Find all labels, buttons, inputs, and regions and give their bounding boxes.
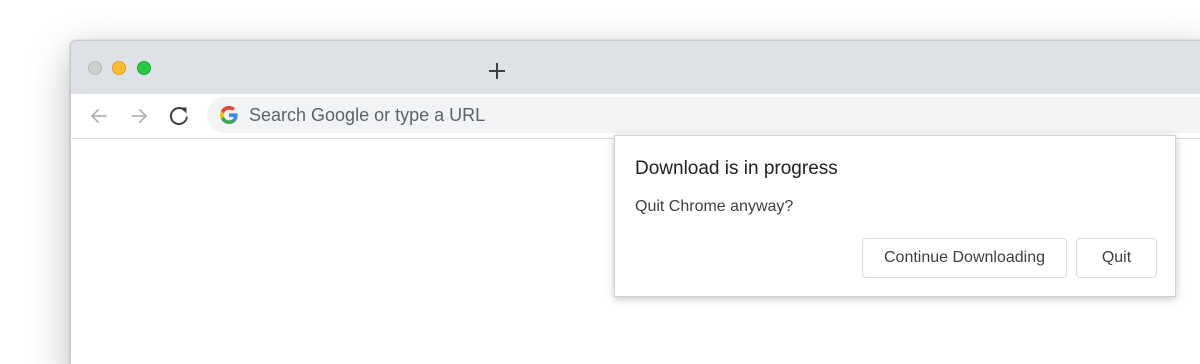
browser-toolbar: Search Google or type a URL: [71, 94, 1200, 139]
back-button[interactable]: [87, 104, 111, 128]
dialog-message: Quit Chrome anyway?: [635, 198, 794, 215]
title-bar: [71, 41, 1200, 94]
minimize-window-button[interactable]: [112, 61, 126, 75]
dialog-title: Download is in progress: [635, 158, 838, 179]
quit-confirm-dialog: Download is in progress Quit Chrome anyw…: [614, 135, 1176, 297]
google-g-icon: [220, 106, 238, 124]
reload-button[interactable]: [167, 104, 191, 128]
close-window-button[interactable]: [88, 61, 102, 75]
forward-button[interactable]: [127, 104, 151, 128]
screen: Search Google or type a URL Download is …: [0, 0, 1200, 364]
maximize-window-button[interactable]: [137, 61, 151, 75]
new-tab-button[interactable]: [485, 59, 509, 83]
omnibox-placeholder: Search Google or type a URL: [249, 105, 486, 125]
plus-icon: [489, 63, 505, 79]
arrow-left-icon: [91, 109, 107, 123]
quit-button[interactable]: Quit: [1076, 238, 1157, 278]
continue-downloading-button[interactable]: Continue Downloading: [862, 238, 1067, 278]
omnibox[interactable]: Search Google or type a URL: [207, 97, 1200, 133]
arrow-right-icon: [131, 109, 147, 123]
reload-icon: [169, 107, 188, 126]
